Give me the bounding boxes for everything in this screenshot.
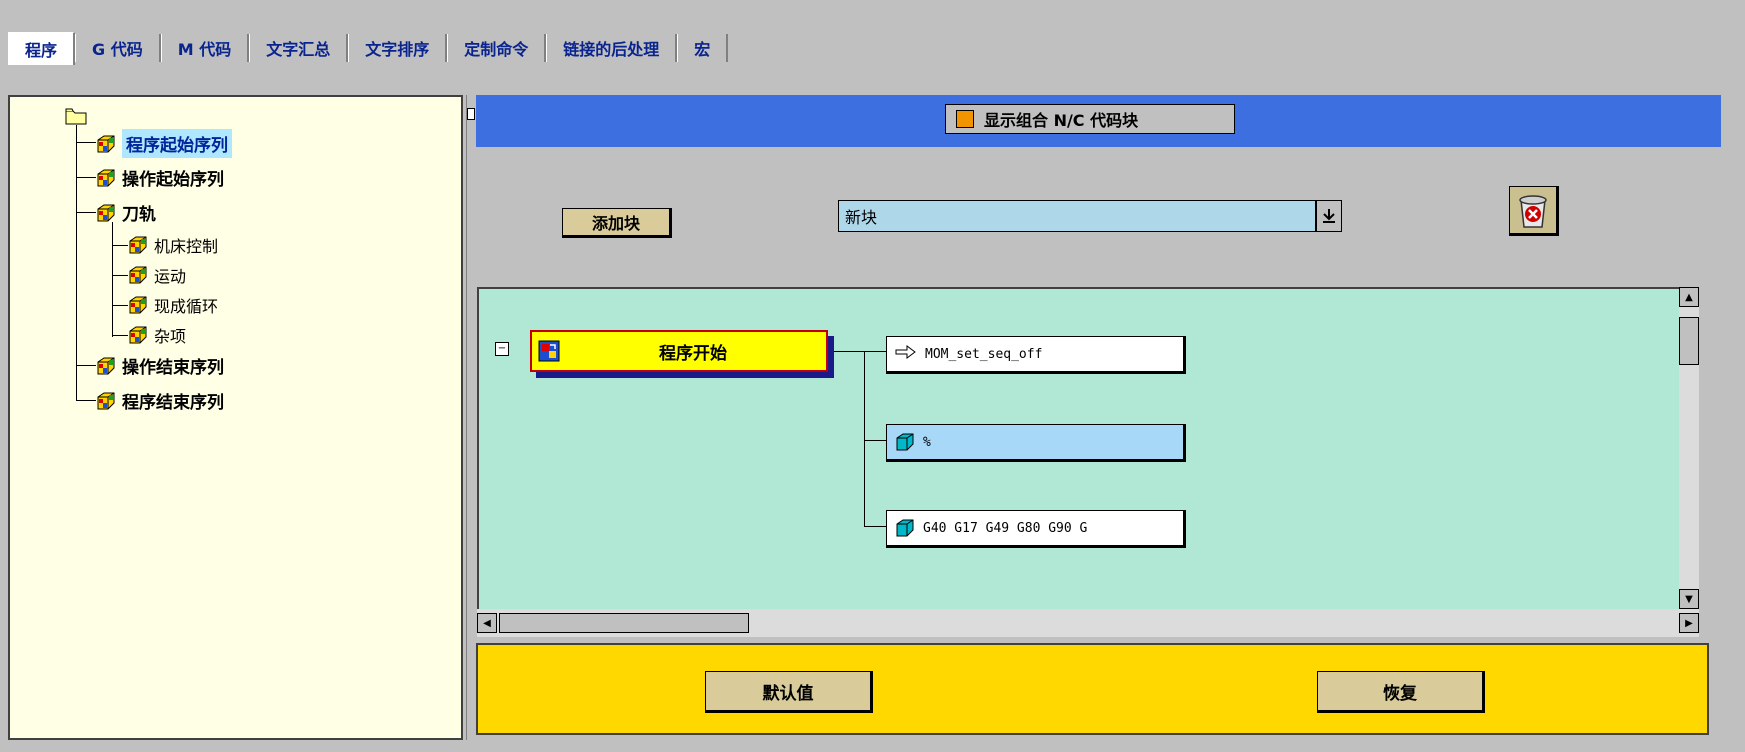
cube-icon bbox=[96, 134, 116, 154]
trash-icon[interactable] bbox=[1509, 186, 1559, 236]
command-block[interactable]: G40 G17 G49 G80 G90 G bbox=[886, 510, 1186, 548]
scroll-thumb[interactable] bbox=[1679, 317, 1699, 365]
scroll-left-icon[interactable]: ◀ bbox=[477, 613, 497, 633]
tab-custom-commands[interactable]: 定制命令 bbox=[447, 34, 547, 62]
default-button[interactable]: 默认值 bbox=[705, 671, 873, 713]
pane-splitter[interactable] bbox=[466, 95, 473, 740]
tab-macro[interactable]: 宏 bbox=[677, 34, 729, 62]
hand-pointer-icon bbox=[895, 344, 917, 364]
connector bbox=[864, 351, 865, 526]
tab-word-sequence[interactable]: 文字排序 bbox=[348, 34, 448, 62]
tree-item-program-end[interactable]: 程序结束序列 bbox=[96, 388, 224, 413]
splitter-handle[interactable] bbox=[467, 108, 475, 120]
command-block[interactable]: % bbox=[886, 424, 1186, 462]
cube-icon bbox=[96, 203, 116, 223]
tree-item-operation-end[interactable]: 操作结束序列 bbox=[96, 353, 224, 378]
tree-item-program-start[interactable]: 程序起始序列 bbox=[96, 129, 232, 158]
tree-item-motion[interactable]: 运动 bbox=[128, 263, 186, 287]
scroll-thumb[interactable] bbox=[499, 613, 749, 633]
tree-item-toolpath[interactable]: 刀轨 bbox=[96, 200, 156, 225]
cube-icon bbox=[128, 325, 148, 345]
program-start-label: 程序开始 bbox=[659, 343, 727, 364]
tab-g-code[interactable]: G 代码 bbox=[75, 34, 161, 62]
tab-program[interactable]: 程序 bbox=[8, 32, 76, 65]
command-block[interactable]: MOM_set_seq_off bbox=[886, 336, 1186, 374]
restore-button[interactable]: 恢复 bbox=[1317, 671, 1485, 713]
horizontal-scrollbar[interactable]: ◀ bbox=[477, 609, 1679, 637]
cube-icon bbox=[96, 391, 116, 411]
tab-m-code[interactable]: M 代码 bbox=[160, 34, 250, 62]
scroll-right-icon[interactable]: ▶ bbox=[1679, 613, 1699, 633]
cube-icon bbox=[96, 356, 116, 376]
download-arrow-icon[interactable] bbox=[1316, 200, 1342, 232]
scroll-down-icon[interactable]: ▼ bbox=[1679, 589, 1699, 609]
tree-item-canned-cycle[interactable]: 现成循环 bbox=[128, 293, 218, 317]
cube-icon bbox=[895, 432, 915, 452]
tree-item-misc[interactable]: 杂项 bbox=[128, 323, 186, 347]
cube-icon bbox=[128, 235, 148, 255]
event-icon bbox=[538, 340, 560, 362]
collapse-toggle[interactable]: − bbox=[495, 342, 509, 356]
connector bbox=[864, 440, 886, 441]
tab-bar: 程序 G 代码 M 代码 文字汇总 文字排序 定制命令 链接的后处理 宏 bbox=[0, 0, 1745, 65]
vertical-scrollbar[interactable]: ▲ ▼ ▶ bbox=[1679, 287, 1699, 637]
cube-icon bbox=[128, 265, 148, 285]
connector bbox=[864, 351, 886, 352]
connector bbox=[834, 351, 864, 352]
connector bbox=[864, 526, 886, 527]
tab-linked-posts[interactable]: 链接的后处理 bbox=[546, 34, 678, 62]
sequence-tree: 程序起始序列 操作起始序列 刀轨 机床控制 运动 现成循环 杂项 操作结束序列 … bbox=[8, 95, 463, 740]
scroll-up-icon[interactable]: ▲ bbox=[1679, 287, 1699, 307]
tree-item-machine-control[interactable]: 机床控制 bbox=[128, 233, 218, 257]
add-block-button[interactable]: 添加块 bbox=[562, 208, 672, 238]
tab-word-summary[interactable]: 文字汇总 bbox=[249, 34, 349, 62]
cube-icon bbox=[128, 295, 148, 315]
checkbox-icon[interactable] bbox=[956, 110, 974, 128]
new-block-select[interactable]: 新块 bbox=[838, 200, 1316, 232]
combine-nc-blocks-toggle[interactable]: 显示组合 N/C 代码块 bbox=[945, 104, 1235, 134]
program-start-block[interactable]: 程序开始 bbox=[530, 330, 828, 372]
combine-nc-blocks-label: 显示组合 N/C 代码块 bbox=[984, 111, 1139, 130]
tabs: 程序 G 代码 M 代码 文字汇总 文字排序 定制命令 链接的后处理 宏 bbox=[8, 32, 729, 65]
cube-icon bbox=[96, 168, 116, 188]
tree-item-operation-start[interactable]: 操作起始序列 bbox=[96, 165, 224, 190]
cube-icon bbox=[895, 518, 915, 538]
bottom-panel: 默认值 恢复 bbox=[476, 643, 1709, 735]
